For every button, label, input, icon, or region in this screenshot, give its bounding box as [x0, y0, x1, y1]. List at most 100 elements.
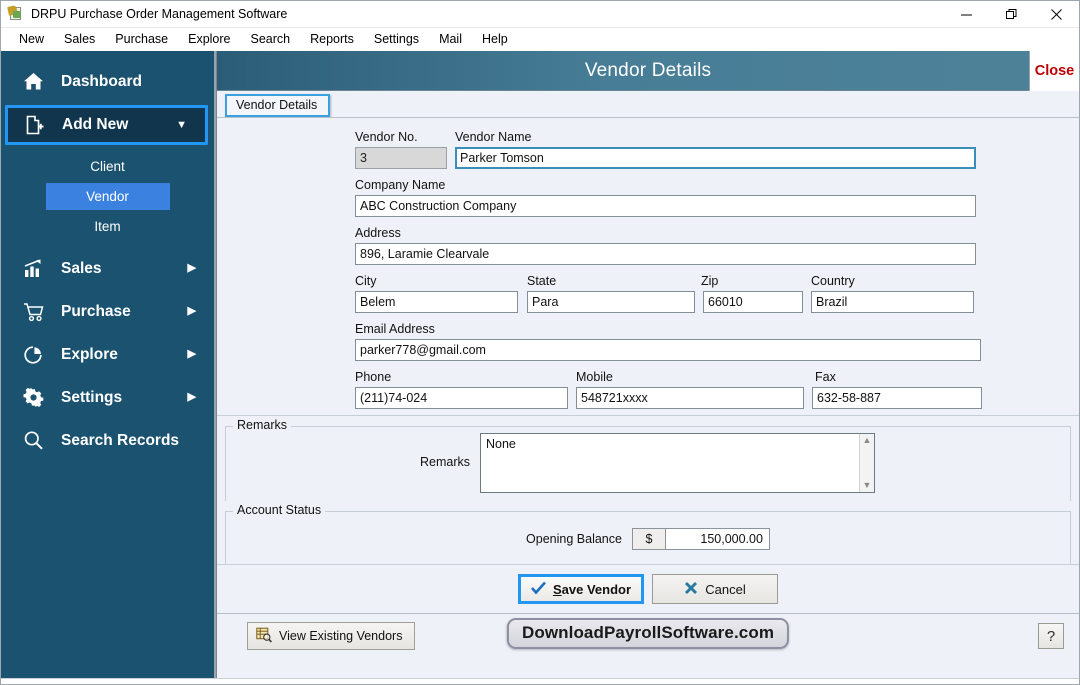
row-company-label: Company Name	[355, 178, 1079, 195]
sidebar-item-purchase[interactable]: Purchase ▶	[1, 290, 214, 333]
remarks-textarea[interactable]: None ▲ ▼	[480, 433, 875, 493]
remarks-scrollbar[interactable]: ▲ ▼	[859, 434, 874, 492]
status-bar	[1, 678, 1079, 684]
sidebar-item-label: Explore	[61, 345, 118, 363]
main-panel: Vendor Details Close Vendor Details Vend…	[216, 51, 1079, 678]
remarks-value: None	[486, 437, 516, 451]
menu-item-search[interactable]: Search	[241, 30, 301, 48]
state-input[interactable]: Para	[527, 291, 695, 313]
menu-bar: New Sales Purchase Explore Search Report…	[1, 28, 1079, 51]
opening-balance-row: Opening Balance $ 150,000.00	[226, 522, 1070, 552]
document-stamp-icon	[7, 5, 24, 22]
country-input[interactable]: Brazil	[811, 291, 974, 313]
vendor-fields-section: Vendor No. Vendor Name 3 Parker Tomson C…	[217, 118, 1079, 416]
sidebar-subitem-label: Vendor	[45, 182, 170, 210]
minimize-icon[interactable]	[944, 1, 989, 28]
phone-input[interactable]: (211)74-024	[355, 387, 568, 409]
footer-bar: View Existing Vendors DownloadPayrollSof…	[217, 613, 1079, 658]
view-existing-vendors-label: View Existing Vendors	[279, 629, 403, 643]
mobile-label: Mobile	[576, 370, 613, 384]
panel-header: Vendor Details Close	[217, 51, 1079, 91]
home-icon	[23, 72, 51, 91]
sidebar-subitem-item[interactable]: Item	[1, 211, 214, 241]
menu-item-sales[interactable]: Sales	[54, 30, 105, 48]
account-status-legend: Account Status	[233, 503, 326, 517]
remarks-legend: Remarks	[233, 418, 292, 432]
row-address-label: Address	[355, 226, 1079, 243]
menu-item-mail[interactable]: Mail	[429, 30, 472, 48]
zip-input[interactable]: 66010	[703, 291, 803, 313]
close-button[interactable]: Close	[1029, 51, 1079, 91]
bar-chart-icon	[23, 259, 51, 278]
opening-balance-input[interactable]: 150,000.00	[664, 528, 770, 550]
add-document-icon	[24, 115, 52, 135]
sidebar-submenu-add-new: Client Vendor Item	[1, 147, 214, 247]
sidebar-item-label: Sales	[61, 259, 102, 277]
chevron-right-icon: ▶	[187, 348, 196, 360]
menu-item-help[interactable]: Help	[472, 30, 518, 48]
country-label: Country	[811, 274, 855, 288]
city-label: City	[355, 274, 377, 288]
vendor-no-label: Vendor No.	[355, 130, 418, 144]
remarks-row: Remarks None ▲ ▼	[226, 433, 1070, 493]
restore-icon[interactable]	[989, 1, 1034, 28]
sidebar-item-settings[interactable]: Settings ▶	[1, 376, 214, 419]
pie-chart-icon	[23, 345, 51, 365]
vendor-no-input[interactable]: 3	[355, 147, 447, 169]
chevron-up-icon[interactable]: ▲	[863, 436, 872, 445]
email-label: Email Address	[355, 322, 435, 336]
sidebar-item-add-new[interactable]: Add New ▼	[5, 105, 208, 145]
mobile-input[interactable]: 548721xxxx	[576, 387, 804, 409]
menu-item-settings[interactable]: Settings	[364, 30, 429, 48]
help-label: ?	[1046, 627, 1056, 645]
tab-strip: Vendor Details	[217, 91, 1079, 117]
address-input[interactable]: 896, Laramie Clearvale	[355, 243, 976, 265]
x-mark-icon	[684, 581, 698, 598]
zip-label: Zip	[701, 274, 719, 288]
sidebar-subitem-client[interactable]: Client	[1, 151, 214, 181]
row-company-input: ABC Construction Company	[355, 195, 1079, 217]
remarks-groupbox: Remarks Remarks None ▲ ▼	[225, 418, 1071, 501]
window-title: DRPU Purchase Order Management Software	[31, 7, 288, 21]
vendor-name-input[interactable]: Parker Tomson	[455, 147, 976, 169]
sidebar-item-label: Dashboard	[61, 72, 142, 90]
sidebar-item-search-records[interactable]: Search Records	[1, 419, 214, 462]
close-icon[interactable]	[1034, 1, 1079, 28]
chevron-right-icon: ▶	[187, 391, 196, 403]
save-vendor-button[interactable]: Save Vendor	[518, 574, 644, 604]
vendor-form: Vendor No. Vendor Name 3 Parker Tomson C…	[217, 117, 1079, 678]
menu-item-new[interactable]: New	[9, 30, 54, 48]
company-name-input[interactable]: ABC Construction Company	[355, 195, 976, 217]
sidebar-item-dashboard[interactable]: Dashboard	[1, 60, 214, 103]
row-contact-inputs: (211)74-024 548721xxxx 632-58-887	[355, 387, 1079, 409]
opening-balance-label: Opening Balance	[526, 532, 622, 546]
window-controls	[944, 1, 1079, 28]
row-vendor-no-name-inputs: 3 Parker Tomson	[355, 147, 1079, 169]
menu-item-purchase[interactable]: Purchase	[105, 30, 178, 48]
chevron-down-icon[interactable]: ▼	[863, 481, 872, 490]
menu-item-reports[interactable]: Reports	[300, 30, 364, 48]
watermark-branding: DownloadPayrollSoftware.com	[506, 618, 790, 649]
sidebar-subitem-vendor[interactable]: Vendor	[1, 181, 214, 211]
search-icon	[23, 430, 51, 451]
email-input[interactable]: parker778@gmail.com	[355, 339, 981, 361]
row-location-labels: City State Zip Country	[355, 274, 1079, 291]
sidebar-subitem-label: Item	[94, 218, 121, 234]
shopping-cart-icon	[23, 302, 51, 322]
sidebar-item-label: Purchase	[61, 302, 131, 320]
application-window: DRPU Purchase Order Management Software …	[0, 0, 1080, 685]
tab-vendor-details[interactable]: Vendor Details	[225, 94, 331, 117]
sidebar-item-explore[interactable]: Explore ▶	[1, 333, 214, 376]
chevron-right-icon: ▶	[187, 305, 196, 317]
fax-input[interactable]: 632-58-887	[812, 387, 982, 409]
sidebar-item-sales[interactable]: Sales ▶	[1, 247, 214, 290]
chevron-down-icon: ▼	[176, 118, 187, 131]
chevron-right-icon: ▶	[187, 262, 196, 274]
row-email-input: parker778@gmail.com	[355, 339, 1079, 361]
action-bar: Save Vendor Cancel	[217, 564, 1079, 613]
menu-item-explore[interactable]: Explore	[178, 30, 240, 48]
cancel-button[interactable]: Cancel	[652, 574, 778, 604]
view-existing-vendors-button[interactable]: View Existing Vendors	[247, 622, 416, 650]
question-mark-icon[interactable]: ?	[1038, 623, 1064, 649]
city-input[interactable]: Belem	[355, 291, 518, 313]
